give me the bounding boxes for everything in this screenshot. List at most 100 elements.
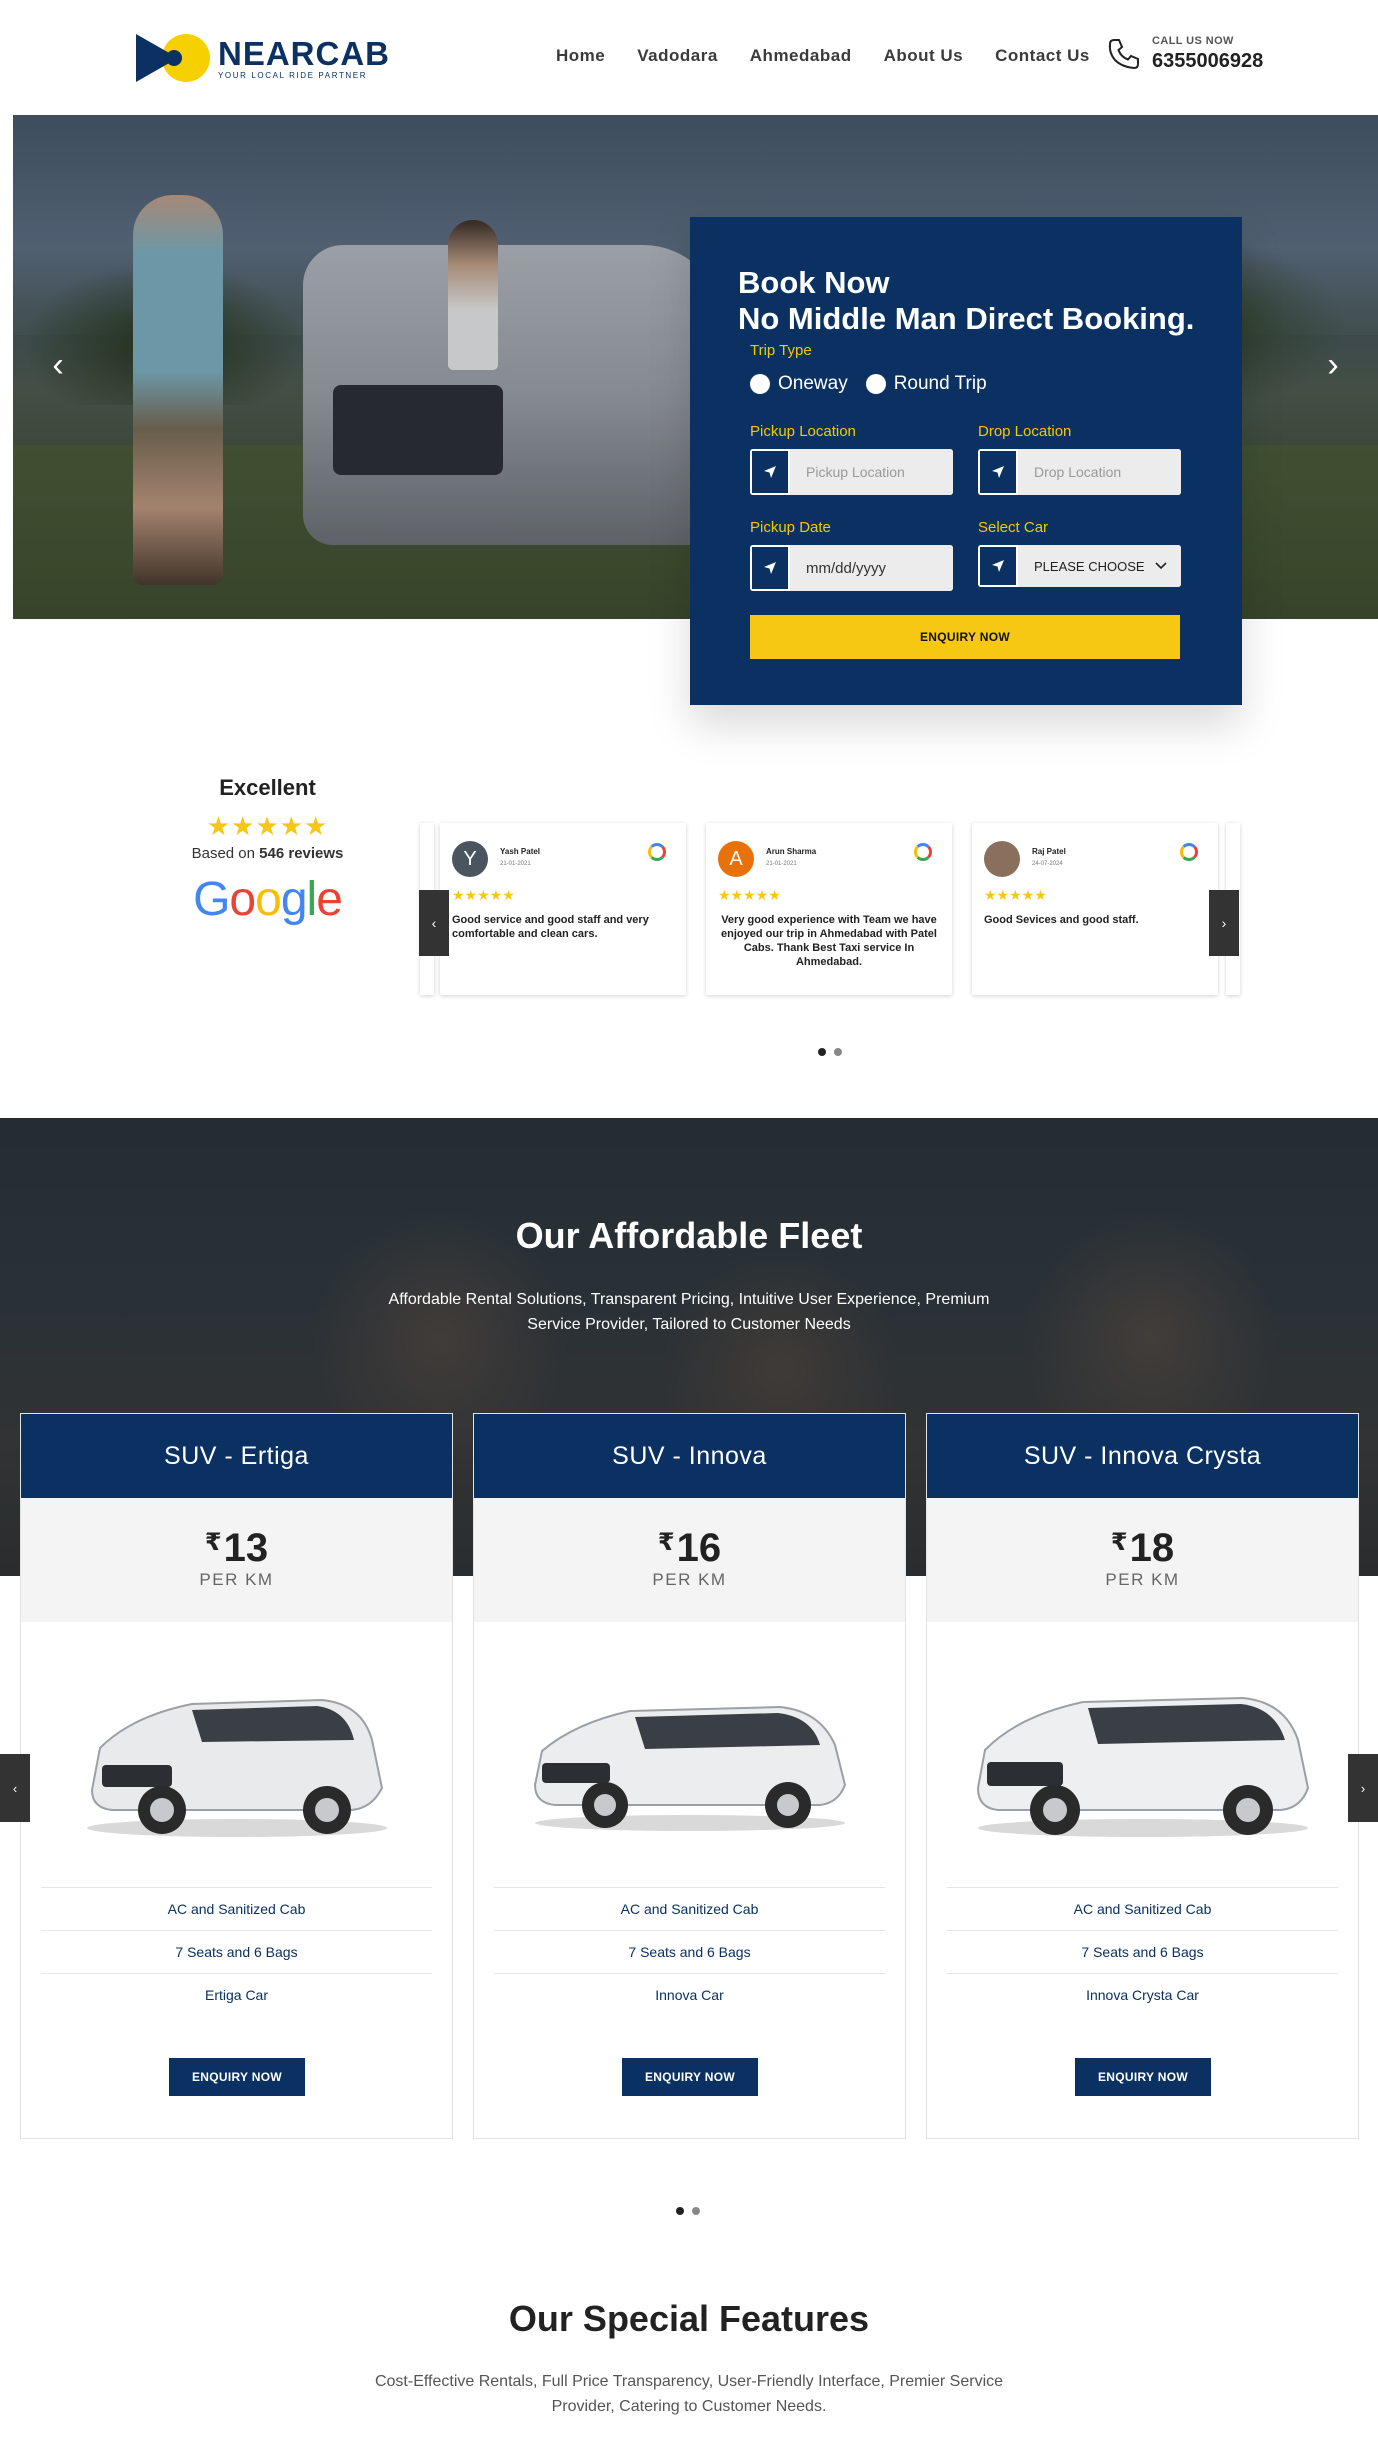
drop-location-input[interactable]: Drop Location bbox=[1018, 449, 1181, 495]
oneway-label[interactable]: Oneway bbox=[778, 373, 848, 395]
rating-word: Excellent bbox=[219, 775, 316, 800]
reviews-next-button[interactable]: › bbox=[1209, 890, 1239, 956]
fleet-subtitle: Affordable Rental Solutions, Transparent… bbox=[388, 1291, 990, 1333]
star-rating-icon: ★★★★★ bbox=[718, 887, 781, 903]
avatar bbox=[984, 841, 1020, 877]
fleet-pagination bbox=[676, 2207, 700, 2215]
reviews-prev-button[interactable]: ‹ bbox=[419, 890, 449, 956]
review-text: Very good experience with Team we have e… bbox=[721, 914, 937, 968]
fleet-next-button[interactable]: › bbox=[1348, 1754, 1378, 1822]
google-icon bbox=[914, 843, 932, 861]
brand-name: NEARCAB bbox=[218, 34, 390, 72]
car-card-innova: SUV - Innova ₹16 PER KM AC and Sanitized… bbox=[473, 1413, 906, 2139]
car-price: ₹16 bbox=[657, 1526, 722, 1570]
car-enquiry-button[interactable]: ENQUIRY NOW bbox=[169, 2058, 305, 2096]
car-image bbox=[474, 1622, 905, 1887]
features-subtitle: Cost-Effective Rentals, Full Price Trans… bbox=[374, 2373, 1004, 2415]
pagination-dot[interactable] bbox=[676, 2207, 684, 2215]
chevron-right-icon[interactable]: › bbox=[1318, 345, 1348, 385]
reviews-summary: Excellent ★★★★★ Based on 546 reviews Goo… bbox=[180, 775, 355, 926]
reviewer-name: Yash Patel bbox=[500, 847, 541, 856]
enquiry-now-button[interactable]: ENQUIRY NOW bbox=[750, 615, 1180, 659]
review-date: 24-07-2024 bbox=[1032, 861, 1063, 867]
booking-subtitle: No Middle Man Direct Booking. bbox=[738, 301, 1195, 336]
car-image bbox=[927, 1622, 1358, 1887]
reviewer-name: Raj Patel bbox=[1032, 847, 1066, 856]
car-enquiry-button[interactable]: ENQUIRY NOW bbox=[622, 2058, 758, 2096]
pagination-dot[interactable] bbox=[692, 2207, 700, 2215]
nav-about-us[interactable]: About Us bbox=[868, 46, 980, 66]
brand-logo[interactable]: NEARCAB YOUR LOCAL RIDE PARTNER bbox=[136, 30, 390, 86]
location-arrow-icon bbox=[750, 449, 790, 495]
booking-form: Book Now No Middle Man Direct Booking. T… bbox=[690, 217, 1242, 705]
call-label: CALL US NOW bbox=[1152, 35, 1234, 47]
nav-ahmedabad[interactable]: Ahmedabad bbox=[734, 46, 868, 66]
call-us-block[interactable]: CALL US NOW 6355006928 bbox=[1104, 34, 1263, 74]
chevron-left-icon[interactable]: ‹ bbox=[43, 345, 73, 385]
site-header: NEARCAB YOUR LOCAL RIDE PARTNER Home Vad… bbox=[0, 0, 1378, 115]
pickup-date-label: Pickup Date bbox=[750, 519, 831, 536]
round-trip-label[interactable]: Round Trip bbox=[894, 373, 987, 395]
review-text: Good Sevices and good staff. bbox=[984, 914, 1139, 926]
car-price: ₹13 bbox=[204, 1526, 269, 1570]
review-date: 21-01-2021 bbox=[500, 861, 531, 867]
logo-mark-icon bbox=[136, 30, 210, 86]
nav-contact-us[interactable]: Contact Us bbox=[979, 46, 1106, 66]
trip-type-radio-group: Oneway Round Trip bbox=[750, 373, 1005, 395]
car-name: SUV - Ertiga bbox=[21, 1414, 452, 1498]
nav-home[interactable]: Home bbox=[540, 46, 621, 66]
oneway-radio[interactable] bbox=[750, 374, 770, 394]
location-arrow-icon bbox=[978, 449, 1018, 495]
star-rating-icon: ★★★★★ bbox=[984, 887, 1047, 903]
pickup-location-field[interactable]: Pickup Location bbox=[750, 449, 953, 495]
phone-icon bbox=[1108, 39, 1139, 70]
nav-vadodara[interactable]: Vadodara bbox=[621, 46, 734, 66]
select-car-label: Select Car bbox=[978, 519, 1049, 536]
features-title: Our Special Features bbox=[508, 2298, 870, 2339]
pickup-location-label: Pickup Location bbox=[750, 423, 856, 440]
price-unit: PER KM bbox=[199, 1570, 274, 1589]
car-name: SUV - Innova bbox=[474, 1414, 905, 1498]
fleet-title: Our Affordable Fleet bbox=[515, 1215, 863, 1256]
reviews-pagination bbox=[818, 1048, 842, 1056]
review-card: A Arun Sharma 21-01-2021 ★★★★★ Very good… bbox=[706, 823, 952, 995]
car-card-innova-crysta: SUV - Innova Crysta ₹18 PER KM AC and Sa… bbox=[926, 1413, 1359, 2139]
main-nav: Home Vadodara Ahmedabad About Us Contact… bbox=[540, 46, 1106, 66]
pickup-location-input[interactable]: Pickup Location bbox=[790, 449, 953, 495]
pickup-date-field[interactable]: mm/dd/yyyy bbox=[750, 545, 953, 591]
price-unit: PER KM bbox=[652, 1570, 727, 1589]
trip-type-label: Trip Type bbox=[750, 342, 812, 359]
review-count: Based on 546 reviews bbox=[191, 845, 344, 862]
car-price: ₹18 bbox=[1110, 1526, 1175, 1570]
star-rating-icon: ★★★★★ bbox=[452, 887, 515, 903]
brand-tagline: YOUR LOCAL RIDE PARTNER bbox=[218, 70, 368, 80]
car-feature: Innova Crysta Car bbox=[947, 1973, 1338, 2016]
car-enquiry-button[interactable]: ENQUIRY NOW bbox=[1075, 2058, 1211, 2096]
review-card: Raj Patel 24-07-2024 ★★★★★ Good Sevices … bbox=[972, 823, 1218, 995]
price-unit: PER KM bbox=[1105, 1570, 1180, 1589]
avatar: A bbox=[718, 841, 754, 877]
car-feature: 7 Seats and 6 Bags bbox=[41, 1930, 432, 1973]
drop-location-field[interactable]: Drop Location bbox=[978, 449, 1181, 495]
location-arrow-icon bbox=[978, 545, 1018, 587]
car-image bbox=[21, 1622, 452, 1887]
pagination-dot[interactable] bbox=[818, 1048, 826, 1056]
fleet-prev-button[interactable]: ‹ bbox=[0, 1754, 30, 1822]
google-icon bbox=[648, 843, 666, 861]
select-car-value: PLEASE CHOOSE bbox=[1034, 558, 1145, 574]
star-rating-icon: ★★★★★ bbox=[206, 811, 329, 841]
call-number[interactable]: 6355006928 bbox=[1152, 50, 1263, 73]
drop-location-label: Drop Location bbox=[978, 423, 1072, 440]
select-car-dropdown[interactable]: PLEASE CHOOSE bbox=[978, 545, 1181, 587]
pickup-date-input[interactable]: mm/dd/yyyy bbox=[790, 545, 953, 591]
car-feature: AC and Sanitized Cab bbox=[494, 1887, 885, 1930]
round-trip-radio[interactable] bbox=[865, 374, 886, 394]
car-feature: 7 Seats and 6 Bags bbox=[494, 1930, 885, 1973]
location-arrow-icon bbox=[750, 545, 790, 591]
car-feature: 7 Seats and 6 Bags bbox=[947, 1930, 1338, 1973]
review-card: Y Yash Patel 21-01-2021 ★★★★★ Good servi… bbox=[440, 823, 686, 995]
pagination-dot[interactable] bbox=[834, 1048, 842, 1056]
car-feature: Ertiga Car bbox=[41, 1973, 432, 2016]
review-text: Good service and good staff and very com… bbox=[452, 914, 649, 940]
car-feature: Innova Car bbox=[494, 1973, 885, 2016]
